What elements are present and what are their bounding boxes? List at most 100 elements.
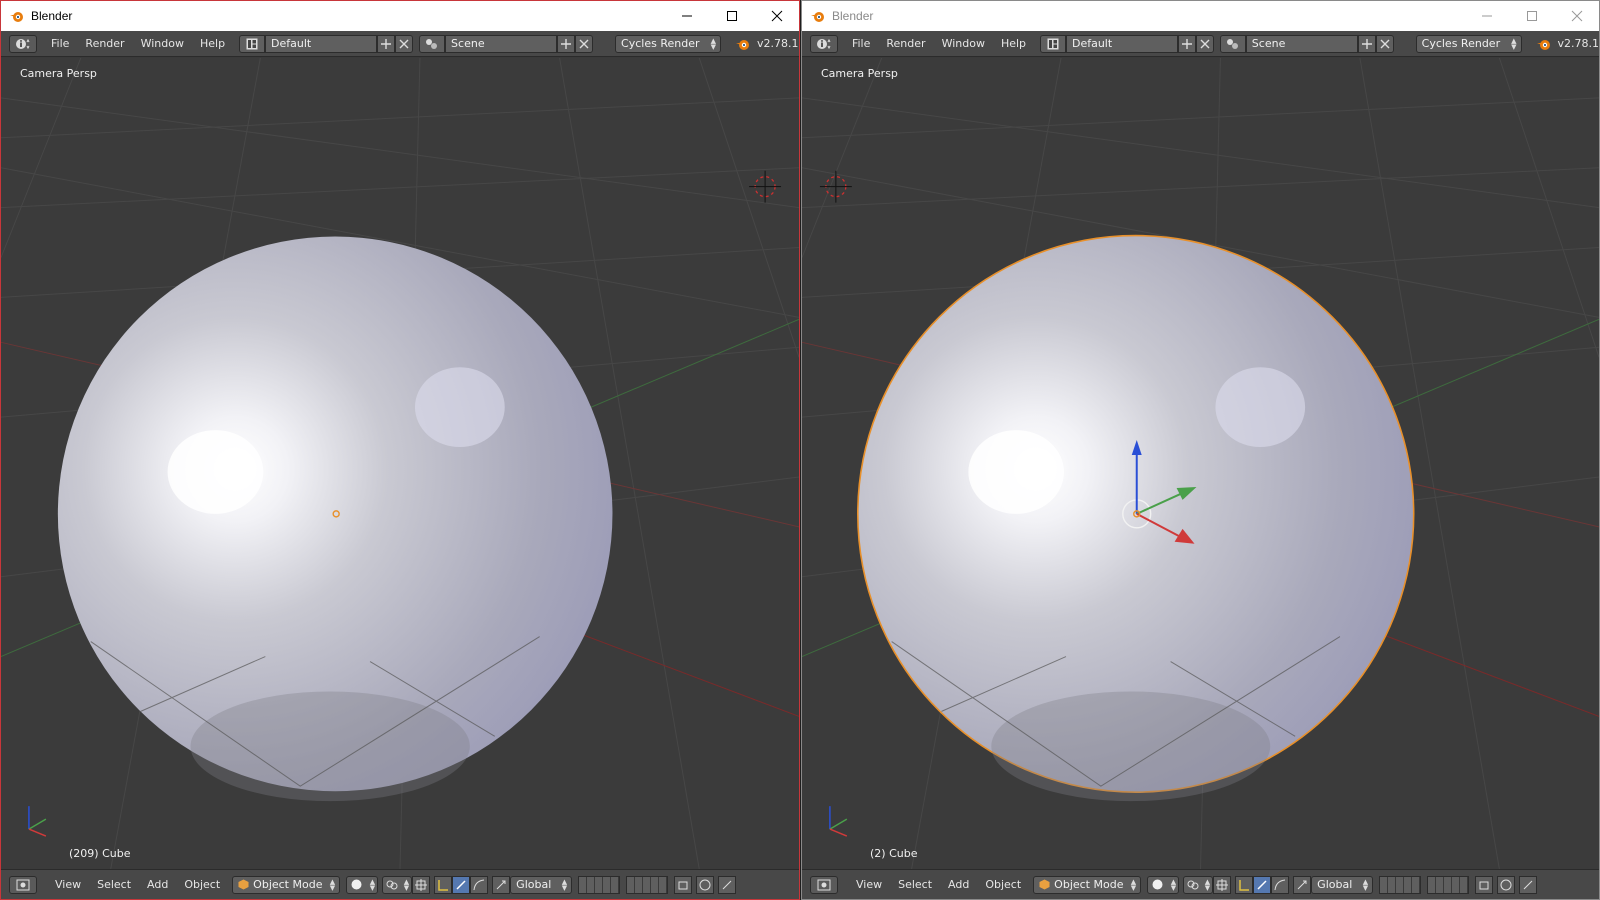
viewport-scene[interactable] xyxy=(1,58,799,869)
pivot-point-select[interactable]: ▲ ▼ xyxy=(382,875,413,894)
scale-toggle[interactable] xyxy=(1271,875,1290,894)
footer-menu-select[interactable]: Select xyxy=(890,878,940,891)
editor-type-button[interactable] xyxy=(9,34,37,53)
menu-window[interactable]: Window xyxy=(133,37,192,50)
menu-file[interactable]: File xyxy=(43,37,77,50)
title-bar[interactable]: Blender xyxy=(1,1,799,31)
minimize-button[interactable] xyxy=(1464,1,1509,31)
scene-field[interactable]: Scene xyxy=(445,34,558,53)
transform-orientation-icon-button[interactable] xyxy=(1293,875,1312,894)
scene-field[interactable]: Scene xyxy=(1245,34,1358,53)
layer-grid-2[interactable] xyxy=(626,875,669,894)
footer-menu-add[interactable]: Add xyxy=(139,878,176,891)
mode-label: Object Mode xyxy=(1054,878,1124,891)
viewport-header: View Select Add Object Object Mode ▲ ▼ ▲ ▼… xyxy=(802,869,1599,899)
screen-layout-browse[interactable] xyxy=(239,34,266,53)
blender-window-right: Blender File Render Window Help Default … xyxy=(801,0,1600,900)
scale-toggle[interactable] xyxy=(470,875,489,894)
menu-help[interactable]: Help xyxy=(192,37,233,50)
manipulator-icon xyxy=(415,878,428,891)
scene-browse[interactable] xyxy=(419,34,446,53)
menu-file[interactable]: File xyxy=(844,37,878,50)
footer-menu-object[interactable]: Object xyxy=(977,878,1029,891)
transform-orientation-icon-button[interactable] xyxy=(492,875,511,894)
screen-layout-field[interactable]: Default xyxy=(265,34,378,53)
viewport-shading-select[interactable]: ▲ ▼ xyxy=(346,875,379,894)
footer-menu-select[interactable]: Select xyxy=(89,878,139,891)
layer-lock-button[interactable] xyxy=(1475,875,1494,894)
orientation-icon xyxy=(496,880,506,889)
snap-icon xyxy=(1523,880,1533,889)
footer-menu-view[interactable]: View xyxy=(47,878,89,891)
orientation-label: Global xyxy=(516,878,552,891)
viewport-scene[interactable] xyxy=(802,58,1599,869)
3d-viewport[interactable]: Camera Persp (209) Cube xyxy=(1,58,799,869)
orientation-select[interactable]: Global ▲ ▼ xyxy=(510,875,573,894)
view-label: Camera Persp xyxy=(20,67,97,80)
mode-select[interactable]: Object Mode ▲ ▼ xyxy=(1033,875,1142,894)
maximize-button[interactable] xyxy=(709,1,754,31)
manipulator-toggle[interactable] xyxy=(1213,875,1232,894)
mode-select[interactable]: Object Mode ▲ ▼ xyxy=(232,875,341,894)
add-scene-button[interactable] xyxy=(557,34,576,53)
editor-type-3d-button[interactable] xyxy=(810,875,838,894)
footer-menu-object[interactable]: Object xyxy=(176,878,228,891)
cursor-3d-icon[interactable] xyxy=(819,170,852,203)
layer-lock-button[interactable] xyxy=(674,875,693,894)
footer-menu-add[interactable]: Add xyxy=(940,878,977,891)
render-engine-select[interactable]: Cycles Render ▲ ▼ xyxy=(615,34,722,53)
minimize-button[interactable] xyxy=(664,1,709,31)
layer-grid-1[interactable] xyxy=(1379,875,1422,894)
manipulator-toggle[interactable] xyxy=(412,875,431,894)
snap-toggle[interactable] xyxy=(1519,875,1538,894)
snap-toggle[interactable] xyxy=(718,875,737,894)
rotate-toggle[interactable] xyxy=(452,875,471,894)
viewport-shading-select[interactable]: ▲ ▼ xyxy=(1147,875,1180,894)
editor-type-3d-button[interactable] xyxy=(9,875,37,894)
snap-icon xyxy=(722,880,732,889)
add-screen-button[interactable] xyxy=(1177,34,1196,53)
close-button[interactable] xyxy=(754,1,799,31)
pivot-icon xyxy=(386,880,398,889)
layer-grid-1[interactable] xyxy=(578,875,621,894)
proportional-edit-button[interactable] xyxy=(696,875,715,894)
rotate-icon xyxy=(1257,879,1267,890)
menu-render[interactable]: Render xyxy=(77,37,132,50)
menu-window[interactable]: Window xyxy=(934,37,993,50)
proportional-edit-button[interactable] xyxy=(1497,875,1516,894)
rotate-toggle[interactable] xyxy=(1253,875,1272,894)
pivot-point-select[interactable]: ▲ ▼ xyxy=(1183,875,1214,894)
layer-grid-2[interactable] xyxy=(1427,875,1470,894)
orientation-select[interactable]: Global ▲ ▼ xyxy=(1311,875,1374,894)
render-engine-select[interactable]: Cycles Render ▲ ▼ xyxy=(1415,34,1522,53)
screen-layout-icon xyxy=(246,38,258,49)
delete-scene-button[interactable] xyxy=(575,34,594,53)
add-screen-button[interactable] xyxy=(377,34,396,53)
translate-toggle[interactable] xyxy=(434,875,453,894)
menu-render[interactable]: Render xyxy=(878,37,933,50)
menu-help[interactable]: Help xyxy=(993,37,1034,50)
cursor-3d-icon[interactable] xyxy=(749,170,782,203)
scene-browse[interactable] xyxy=(1219,34,1246,53)
manipulator-icon xyxy=(1216,878,1229,891)
add-scene-button[interactable] xyxy=(1357,34,1376,53)
close-icon xyxy=(579,39,589,48)
title-bar[interactable]: Blender xyxy=(802,1,1599,31)
close-button[interactable] xyxy=(1554,1,1599,31)
maximize-button[interactable] xyxy=(1509,1,1554,31)
scene-icon xyxy=(426,38,438,49)
editor-type-button[interactable] xyxy=(810,34,838,53)
delete-screen-button[interactable] xyxy=(395,34,414,53)
footer-menu-view[interactable]: View xyxy=(848,878,890,891)
mode-label: Object Mode xyxy=(253,878,323,891)
translate-toggle[interactable] xyxy=(1235,875,1254,894)
axis-gizmo-icon xyxy=(28,806,47,837)
delete-screen-button[interactable] xyxy=(1195,34,1214,53)
viewport-shading-icon xyxy=(351,879,362,890)
3d-viewport[interactable]: Camera Persp (2) Cube xyxy=(802,58,1599,869)
axis-gizmo-icon xyxy=(829,806,848,837)
screen-layout-browse[interactable] xyxy=(1040,34,1066,53)
screen-layout-field[interactable]: Default xyxy=(1065,34,1178,53)
delete-scene-button[interactable] xyxy=(1375,34,1394,53)
3d-view-icon xyxy=(16,879,30,890)
